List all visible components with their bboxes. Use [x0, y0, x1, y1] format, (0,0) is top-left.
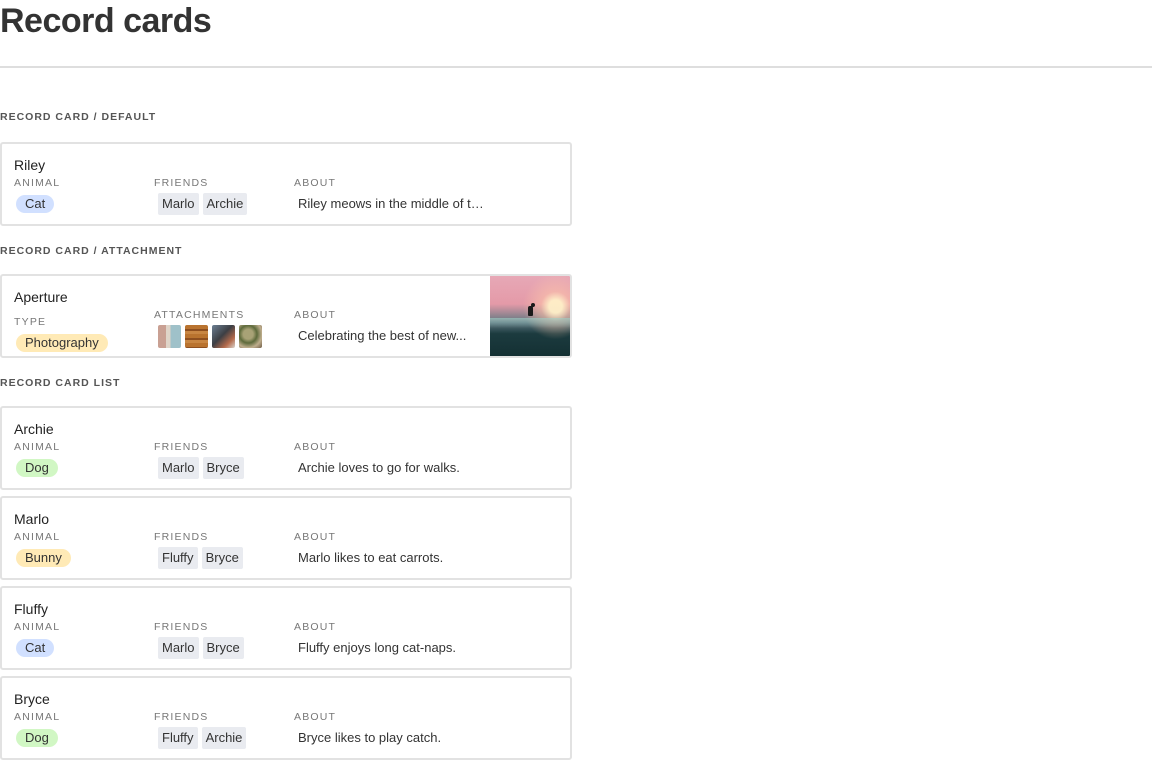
- record-card-title: Bryce: [14, 691, 50, 707]
- title-divider: [0, 66, 1152, 68]
- field-label: ANIMAL: [14, 711, 61, 723]
- record-card-title: Marlo: [14, 511, 50, 527]
- page: Record cards RECORD CARD / DEFAULT Riley…: [0, 0, 1152, 760]
- field-label: ABOUT: [294, 711, 337, 723]
- field-label: ABOUT: [294, 621, 337, 633]
- field-label: ABOUT: [294, 441, 337, 453]
- friends-field: FRIENDS Fluffy Bryce: [154, 531, 243, 569]
- field-label: ABOUT: [294, 177, 337, 189]
- field-label: FRIENDS: [154, 531, 209, 543]
- type-field: TYPE Photography: [14, 316, 108, 354]
- record-card-fluffy[interactable]: Fluffy ANIMAL Cat FRIENDS Marlo Bryce AB…: [0, 586, 572, 670]
- animal-pill: Dog: [16, 459, 58, 477]
- field-label: ANIMAL: [14, 441, 61, 453]
- animal-field: ANIMAL Dog: [14, 441, 60, 479]
- record-card-marlo[interactable]: Marlo ANIMAL Bunny FRIENDS Fluffy Bryce …: [0, 496, 572, 580]
- attachment-thumbnail[interactable]: [158, 324, 181, 348]
- record-card-title: Fluffy: [14, 601, 48, 617]
- section-heading-list: RECORD CARD LIST: [0, 377, 121, 389]
- about-field: ABOUT Bryce likes to play catch.: [294, 711, 484, 749]
- record-card-riley[interactable]: Riley ANIMAL Cat FRIENDS Marlo Archie AB…: [0, 142, 572, 226]
- field-label: TYPE: [14, 316, 47, 328]
- about-text: Marlo likes to eat carrots.: [298, 550, 444, 565]
- animal-field: ANIMAL Bunny: [14, 531, 71, 569]
- field-label: ANIMAL: [14, 621, 61, 633]
- friend-tag[interactable]: Bryce: [201, 547, 243, 569]
- attachments-field: ATTACHMENTS: [154, 309, 266, 348]
- animal-pill: Bunny: [16, 549, 71, 567]
- animal-pill: Cat: [16, 639, 55, 657]
- record-card-title: Aperture: [14, 289, 68, 305]
- about-field: ABOUT Riley meows in the middle of the n…: [294, 177, 484, 215]
- section-heading-attachment: RECORD CARD / ATTACHMENT: [0, 245, 183, 257]
- friends-field: FRIENDS Marlo Bryce: [154, 621, 244, 659]
- field-label: FRIENDS: [154, 711, 209, 723]
- about-field: ABOUT Archie loves to go for walks.: [294, 441, 484, 479]
- record-card-title: Riley: [14, 157, 46, 173]
- animal-field: ANIMAL Cat: [14, 621, 60, 659]
- record-card-aperture[interactable]: Aperture TYPE Photography ATTACHMENTS AB…: [0, 274, 572, 358]
- field-label: ABOUT: [294, 309, 337, 321]
- attachment-thumbnail[interactable]: [239, 324, 262, 348]
- page-title: Record cards: [0, 2, 212, 40]
- friend-tag[interactable]: Fluffy: [158, 727, 198, 749]
- about-text: Riley meows in the middle of the night.: [298, 196, 484, 211]
- friend-tag[interactable]: Marlo: [158, 457, 199, 479]
- field-label: FRIENDS: [154, 621, 209, 633]
- about-field: ABOUT Celebrating the best of new...: [294, 309, 484, 347]
- friend-tag[interactable]: Fluffy: [158, 547, 198, 569]
- friends-field: FRIENDS Marlo Bryce: [154, 441, 244, 479]
- friend-tag[interactable]: Bryce: [202, 637, 244, 659]
- about-text: Bryce likes to play catch.: [298, 730, 442, 745]
- attachment-thumbnail[interactable]: [185, 324, 208, 348]
- surfer-shape: [528, 306, 533, 316]
- animal-pill: Dog: [16, 729, 58, 747]
- field-label: FRIENDS: [154, 177, 209, 189]
- record-card-archie[interactable]: Archie ANIMAL Dog FRIENDS Marlo Bryce AB…: [0, 406, 572, 490]
- about-text: Archie loves to go for walks.: [298, 460, 460, 475]
- about-text: Celebrating the best of new...: [298, 328, 467, 343]
- field-label: ANIMAL: [14, 531, 61, 543]
- about-field: ABOUT Marlo likes to eat carrots.: [294, 531, 484, 569]
- record-card-title: Archie: [14, 421, 54, 437]
- friend-tag[interactable]: Marlo: [158, 193, 199, 215]
- friend-tag[interactable]: Bryce: [202, 457, 244, 479]
- animal-pill: Cat: [16, 195, 55, 213]
- friends-field: FRIENDS Marlo Archie: [154, 177, 248, 215]
- friend-tag[interactable]: Archie: [201, 727, 247, 749]
- about-text: Fluffy enjoys long cat-naps.: [298, 640, 457, 655]
- animal-field: ANIMAL Dog: [14, 711, 60, 749]
- type-pill: Photography: [16, 334, 108, 352]
- field-label: FRIENDS: [154, 441, 209, 453]
- record-card-bryce[interactable]: Bryce ANIMAL Dog FRIENDS Fluffy Archie A…: [0, 676, 572, 760]
- field-label: ABOUT: [294, 531, 337, 543]
- section-heading-default: RECORD CARD / DEFAULT: [0, 111, 157, 123]
- about-field: ABOUT Fluffy enjoys long cat-naps.: [294, 621, 484, 659]
- friend-tag[interactable]: Marlo: [158, 637, 199, 659]
- wave-shape: [490, 318, 570, 328]
- animal-field: ANIMAL Cat: [14, 177, 60, 215]
- field-label: ANIMAL: [14, 177, 61, 189]
- attachment-thumbnails: [158, 324, 266, 348]
- cover-image[interactable]: [490, 276, 570, 356]
- field-label: ATTACHMENTS: [154, 309, 245, 321]
- attachment-thumbnail[interactable]: [212, 324, 235, 348]
- friends-field: FRIENDS Fluffy Archie: [154, 711, 247, 749]
- friend-tag[interactable]: Archie: [202, 193, 248, 215]
